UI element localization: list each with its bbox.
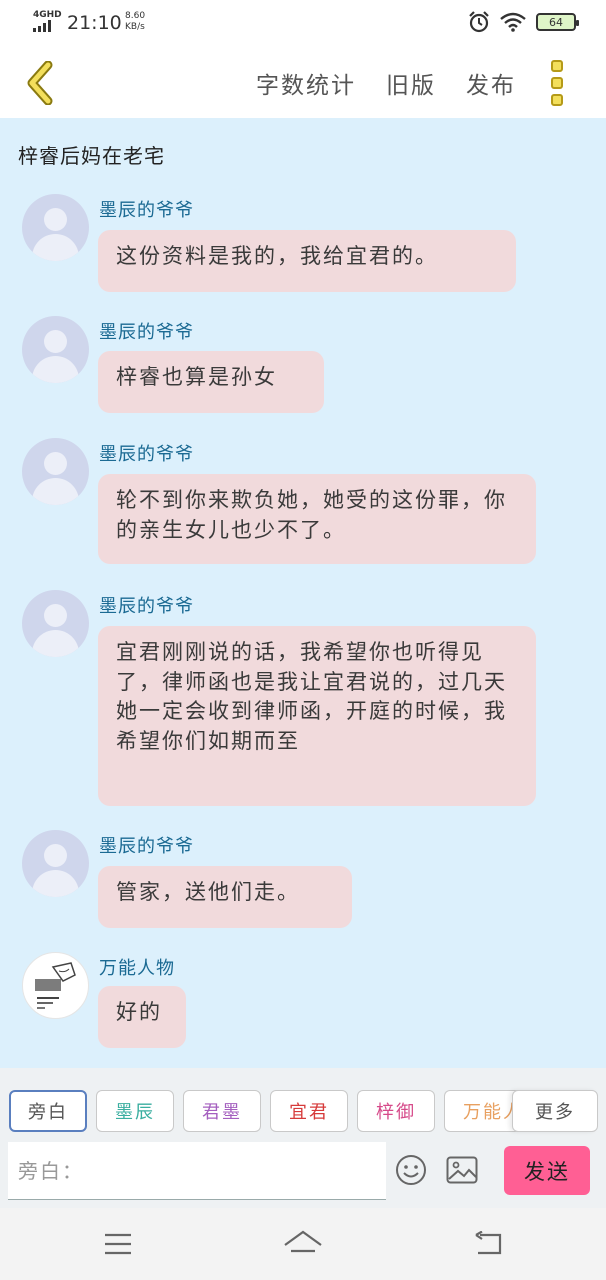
- role-tab-narration[interactable]: 旁白: [9, 1090, 87, 1132]
- network-type: 4GHD: [33, 10, 62, 20]
- more-dot: [551, 60, 563, 72]
- sender-name: 万能人物: [99, 958, 175, 979]
- battery-icon: 64: [536, 13, 579, 31]
- old-version-button[interactable]: 旧版: [386, 66, 436, 100]
- sketch-avatar-icon: [35, 962, 76, 1009]
- menu-icon: [105, 1233, 131, 1255]
- more-menu-button[interactable]: [546, 60, 568, 106]
- role-tab-mochen[interactable]: 墨辰: [96, 1090, 174, 1132]
- sender-name: 墨辰的爷爷: [99, 596, 194, 617]
- signal-icon: [33, 20, 51, 32]
- avatar[interactable]: [22, 316, 89, 383]
- wifi-icon: [500, 12, 526, 32]
- send-button[interactable]: 发送: [504, 1146, 590, 1195]
- status-bar: 4GHD 21:10 8.60 KB/s 64: [0, 0, 606, 48]
- role-tab-ziyu[interactable]: 梓御: [357, 1090, 435, 1132]
- avatar[interactable]: [22, 952, 89, 1019]
- more-dot: [551, 77, 563, 89]
- word-count-button[interactable]: 字数统计: [256, 66, 356, 100]
- chat-area[interactable]: 梓睿后妈在老宅 墨辰的爷爷 这份资料是我的，我给宜君的。 墨辰的爷爷 梓睿也算是…: [0, 118, 606, 1068]
- battery-level: 64: [549, 15, 563, 29]
- message-bubble[interactable]: 宜君刚刚说的话，我希望你也听得见了，律师函也是我让宜君说的，过几天她一定会收到律…: [98, 626, 536, 806]
- avatar[interactable]: [22, 438, 89, 505]
- more-dot: [551, 94, 563, 106]
- role-tab-junmo[interactable]: 君墨: [183, 1090, 261, 1132]
- app-bar: 字数统计 旧版 发布: [0, 48, 606, 118]
- avatar[interactable]: [22, 590, 89, 657]
- system-nav-bar: [0, 1208, 606, 1280]
- avatar[interactable]: [22, 830, 89, 897]
- sender-name: 墨辰的爷爷: [99, 200, 194, 221]
- speed-unit: KB/s: [125, 22, 145, 32]
- message-bubble[interactable]: 这份资料是我的，我给宜君的。: [98, 230, 516, 292]
- chat-title: 梓睿后妈在老宅: [18, 144, 165, 168]
- back-button[interactable]: [20, 56, 60, 110]
- network-speed: 8.60 KB/s: [125, 11, 145, 33]
- publish-button[interactable]: 发布: [466, 66, 516, 100]
- avatar[interactable]: [22, 194, 89, 261]
- home-nav-button[interactable]: [283, 1228, 323, 1260]
- role-tab-universal[interactable]: 万能人: [444, 1090, 518, 1132]
- emoji-icon[interactable]: [395, 1154, 427, 1186]
- more-roles-button[interactable]: 更多: [512, 1090, 598, 1132]
- clock: 21:10: [67, 12, 122, 34]
- role-tab-yijun[interactable]: 宜君: [270, 1090, 348, 1132]
- return-icon: [475, 1231, 502, 1255]
- composer-panel: 旁白 墨辰 君墨 宜君 梓御 万能人 更多 发送: [0, 1068, 606, 1208]
- back-nav-button[interactable]: [468, 1228, 508, 1260]
- message-bubble[interactable]: 梓睿也算是孙女: [98, 351, 324, 413]
- sender-name: 墨辰的爷爷: [99, 836, 194, 857]
- message-bubble[interactable]: 管家，送他们走。: [98, 866, 352, 928]
- message-input[interactable]: [8, 1142, 386, 1199]
- back-arrow-icon: [27, 61, 53, 105]
- message-input-box[interactable]: [8, 1142, 386, 1200]
- home-icon: [284, 1230, 322, 1253]
- message-bubble[interactable]: 好的: [98, 986, 186, 1048]
- alarm-icon: [469, 11, 489, 33]
- sender-name: 墨辰的爷爷: [99, 322, 194, 343]
- message-bubble[interactable]: 轮不到你来欺负她，她受的这份罪，你的亲生女儿也少不了。: [98, 474, 536, 564]
- menu-nav-button[interactable]: [98, 1228, 138, 1260]
- sender-name: 墨辰的爷爷: [99, 444, 194, 465]
- image-icon[interactable]: [446, 1156, 478, 1184]
- speed-value: 8.60: [125, 11, 146, 21]
